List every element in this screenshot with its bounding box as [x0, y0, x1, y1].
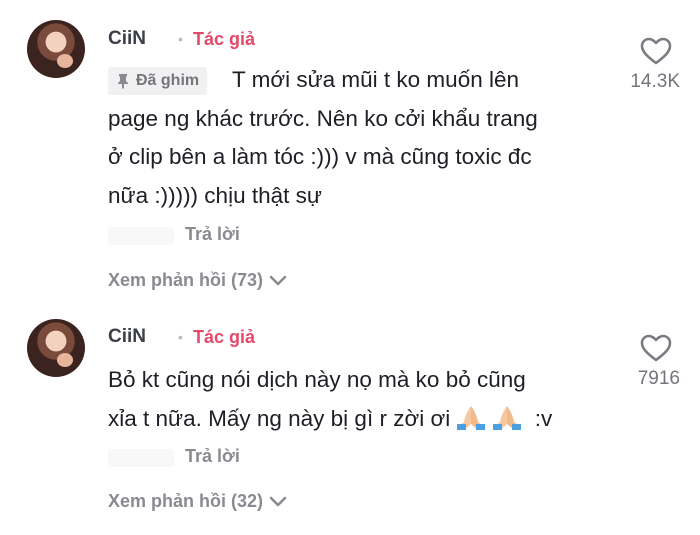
heart-outline-icon[interactable] [638, 36, 674, 66]
view-replies-button[interactable]: Xem phản hồi (73) [108, 270, 287, 291]
view-replies-button[interactable]: Xem phản hồi (32) [108, 491, 287, 512]
avatar[interactable] [27, 20, 85, 78]
heart-outline-icon[interactable] [638, 333, 674, 363]
separator-dot: • [178, 329, 183, 345]
like-count: 7916 [637, 368, 680, 389]
comment-text-line: ở clip bên a làm tóc :))) v mà cũng toxi… [108, 144, 532, 169]
comment-date-blurred [108, 449, 174, 467]
comment-text-line: nữa :))))) chịu thật sự [108, 182, 322, 208]
author-badge: Tác giả [193, 29, 256, 49]
comment-text-line: T mới sửa mũi t ko muốn lên [232, 67, 519, 92]
view-replies-label: Xem phản hồi (73) [108, 270, 264, 290]
reply-button[interactable]: Trả lời [185, 446, 240, 467]
separator-dot: • [178, 31, 183, 47]
comment-text-line: page ng khác trước. Nên ko cởi khẩu tran… [108, 105, 538, 131]
avatar[interactable] [27, 319, 85, 377]
reply-button[interactable]: Trả lời [185, 224, 240, 245]
comment-date-blurred [108, 227, 174, 245]
folded-hands-icon [457, 405, 486, 430]
comment-username[interactable]: CiiN [108, 28, 146, 50]
comment-text-suffix: :v [534, 405, 553, 431]
comment-text: Bỏ kt cũng nói dịch này nọ mà ko bỏ cũng… [108, 361, 628, 438]
comment-text-line: xỉa t nữa. Mấy ng này bị gì r zời ơi [108, 405, 451, 431]
chevron-down-icon [269, 275, 287, 285]
comment-text-line: Bỏ kt cũng nói dịch này nọ mà ko bỏ cũng [108, 367, 526, 392]
view-replies-label: Xem phản hồi (32) [108, 491, 264, 511]
author-badge: Tác giả [193, 327, 256, 347]
comment-username[interactable]: CiiN [108, 326, 146, 348]
like-count: 14.3K [630, 71, 680, 92]
chevron-down-icon [269, 496, 287, 506]
comment-text: T mới sửa mũi t ko muốn lên page ng khác… [108, 61, 628, 215]
folded-hands-icon [493, 405, 522, 430]
